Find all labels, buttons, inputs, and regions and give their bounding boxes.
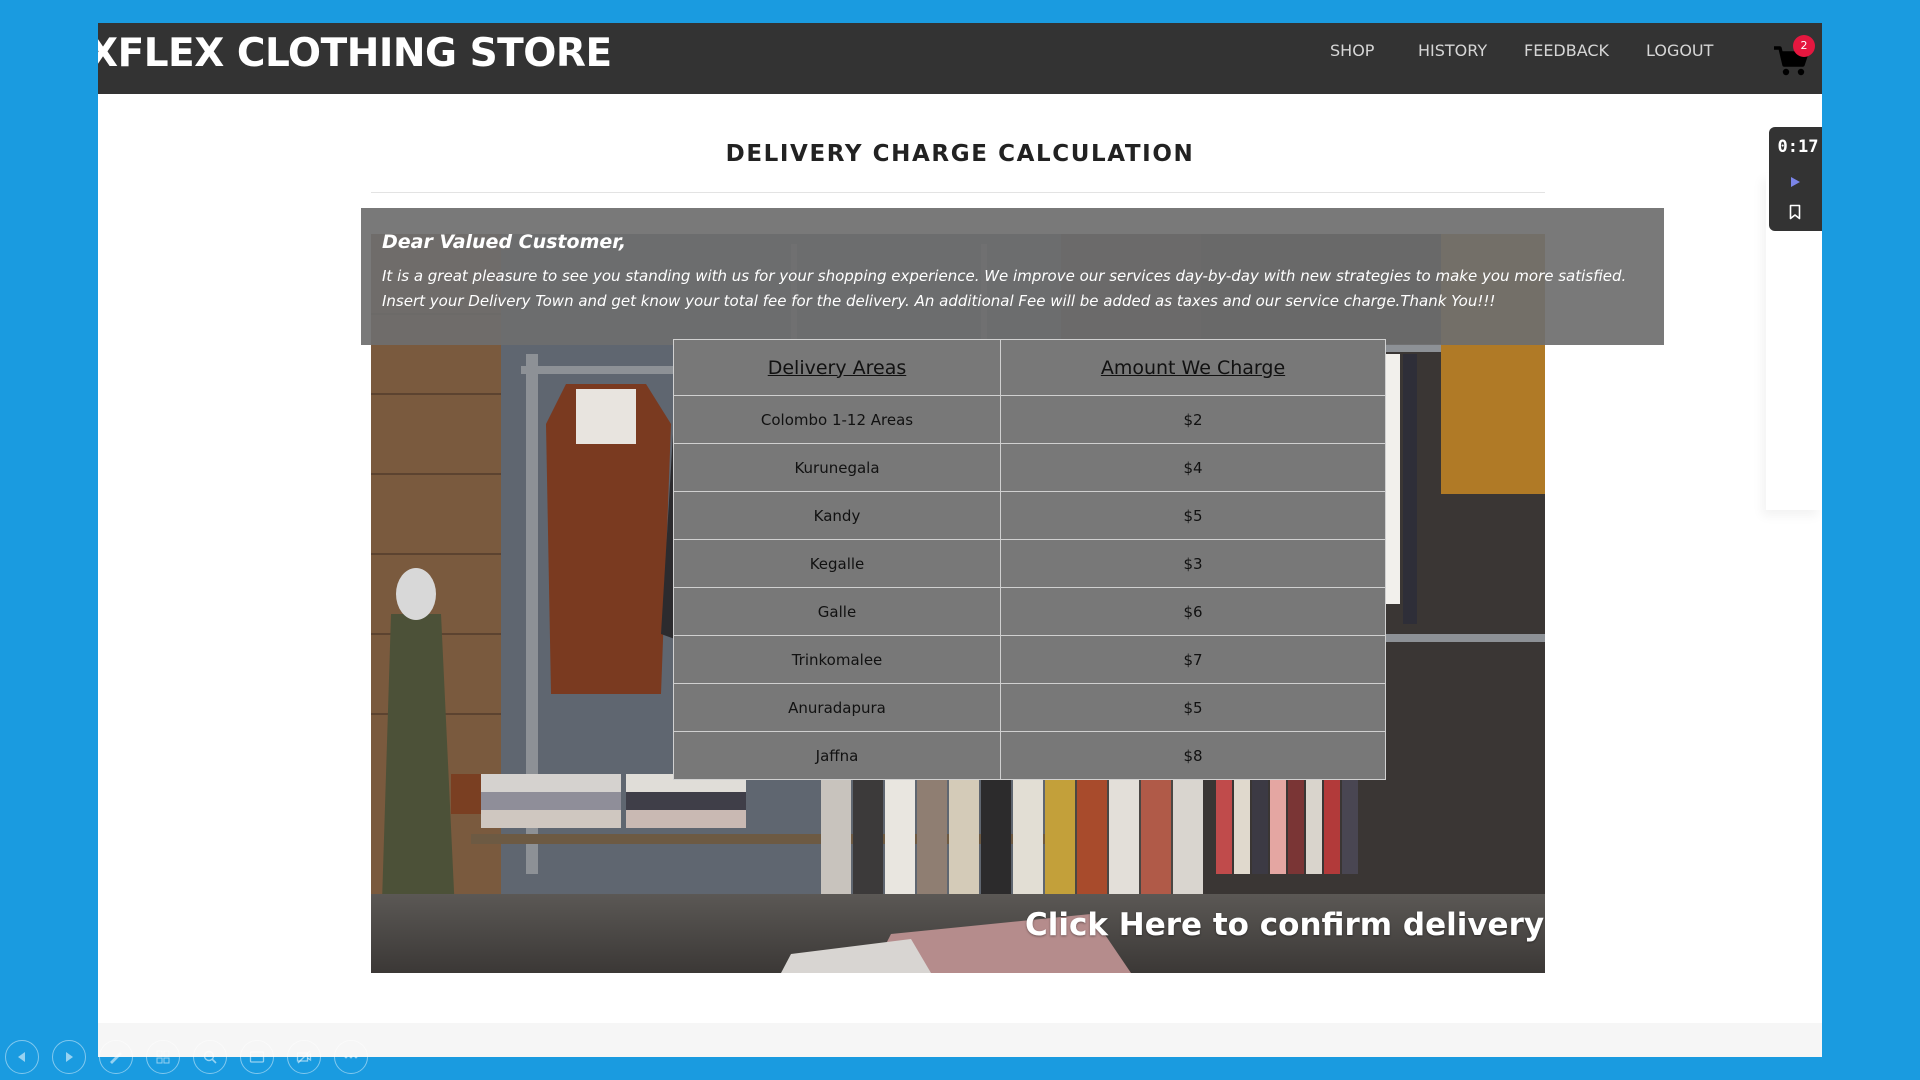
cart-button[interactable]: 2 <box>1773 35 1815 81</box>
page-title: DELIVERY CHARGE CALCULATION <box>725 141 1195 167</box>
nav-logout[interactable]: LOGOUT <box>1646 41 1713 60</box>
charge-cell: $6 <box>1000 587 1386 636</box>
nav-shop[interactable]: SHOP <box>1330 41 1374 60</box>
charge-cell: $8 <box>1000 731 1386 780</box>
subtitles-icon <box>249 1051 265 1063</box>
area-cell: Anuradapura <box>673 683 1001 732</box>
presentation-slide: XFLEX CLOTHING STORE SHOP HISTORY FEEDBA… <box>98 23 1822 1057</box>
header-delivery-areas: Delivery Areas <box>673 339 1001 396</box>
pen-button[interactable] <box>99 1040 133 1074</box>
area-cell: Kandy <box>673 491 1001 540</box>
charge-cell: $3 <box>1000 539 1386 588</box>
table-row: Jaffna $8 <box>673 731 1386 780</box>
notice-body: It is a great pleasure to see you standi… <box>382 267 1627 310</box>
charge-cell: $7 <box>1000 635 1386 684</box>
header-amount-we-charge: Amount We Charge <box>1000 339 1386 396</box>
more-options-button[interactable] <box>334 1040 368 1074</box>
see-all-slides-button[interactable] <box>146 1040 180 1074</box>
table-row: Anuradapura $5 <box>673 683 1386 732</box>
delivery-charges-table: Delivery Areas Amount We Charge Colombo … <box>673 339 1386 780</box>
charge-cell: $2 <box>1000 395 1386 444</box>
customer-notice-banner: Dear Valued Customer, It is a great plea… <box>361 208 1664 345</box>
area-cell: Jaffna <box>673 731 1001 780</box>
table-row: Trinkomalee $7 <box>673 635 1386 684</box>
table-header-row: Delivery Areas Amount We Charge <box>673 339 1386 396</box>
brand-title[interactable]: XFLEX CLOTHING STORE <box>98 31 612 76</box>
zoom-icon <box>203 1050 217 1064</box>
table-row: Kandy $5 <box>673 491 1386 540</box>
play-icon[interactable] <box>1788 175 1802 189</box>
confirm-delivery-link[interactable]: Click Here to confirm delivery <box>1025 907 1544 943</box>
area-cell: Kurunegala <box>673 443 1001 492</box>
pen-icon <box>110 1052 122 1064</box>
table-row: Kurunegala $4 <box>673 443 1386 492</box>
next-slide-button[interactable] <box>52 1040 86 1074</box>
area-cell: Colombo 1-12 Areas <box>673 395 1001 444</box>
charge-cell: $5 <box>1000 683 1386 732</box>
table-row: Galle $6 <box>673 587 1386 636</box>
recording-timer-widget: 0:17 <box>1769 127 1822 231</box>
next-icon <box>66 1052 73 1062</box>
title-divider <box>371 192 1545 193</box>
previous-slide-button[interactable] <box>5 1040 39 1074</box>
slides-icon <box>156 1050 170 1064</box>
camera-off-icon <box>296 1050 312 1064</box>
camera-toggle-button[interactable] <box>287 1040 321 1074</box>
nav-history[interactable]: HISTORY <box>1418 41 1487 60</box>
table-row: Colombo 1-12 Areas $2 <box>673 395 1386 444</box>
notice-greeting: Dear Valued Customer, <box>382 231 627 253</box>
nav-feedback[interactable]: FEEDBACK <box>1524 41 1609 60</box>
bookmark-icon[interactable] <box>1789 204 1801 220</box>
more-icon <box>344 1055 358 1059</box>
cart-count-badge: 2 <box>1793 35 1815 57</box>
charge-cell: $4 <box>1000 443 1386 492</box>
presenter-toolbar <box>5 1040 385 1076</box>
area-cell: Galle <box>673 587 1001 636</box>
previous-icon <box>18 1052 25 1062</box>
area-cell: Trinkomalee <box>673 635 1001 684</box>
charge-cell: $5 <box>1000 491 1386 540</box>
top-navbar: XFLEX CLOTHING STORE SHOP HISTORY FEEDBA… <box>98 23 1822 94</box>
area-cell: Kegalle <box>673 539 1001 588</box>
subtitles-button[interactable] <box>240 1040 274 1074</box>
zoom-button[interactable] <box>193 1040 227 1074</box>
timer-display: 0:17 <box>1777 137 1819 157</box>
table-row: Kegalle $3 <box>673 539 1386 588</box>
